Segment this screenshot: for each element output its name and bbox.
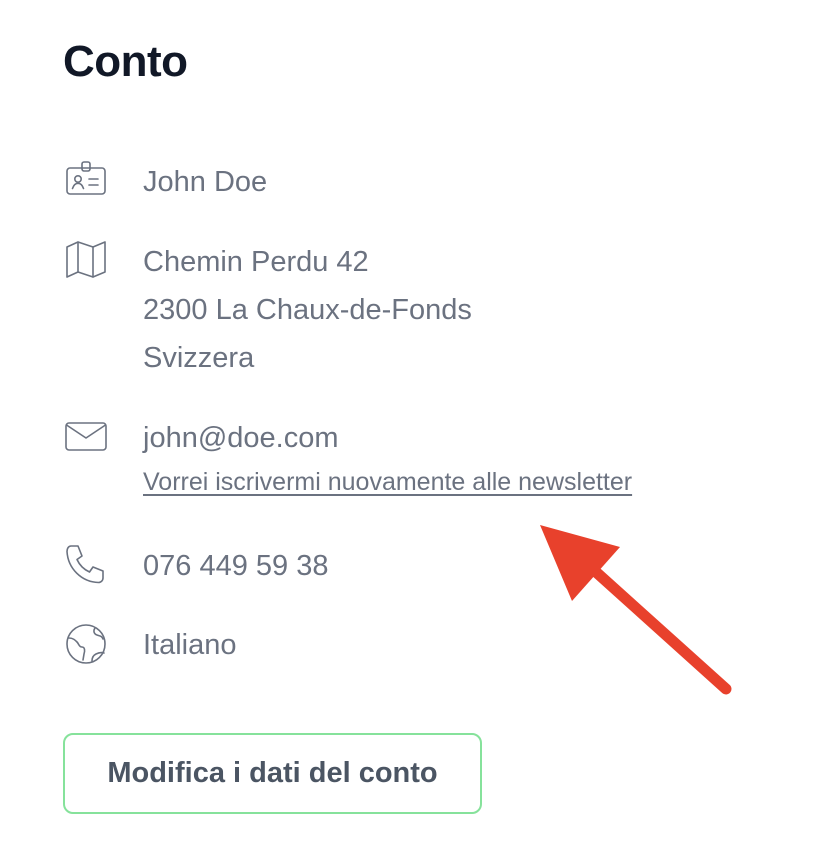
account-address: Chemin Perdu 42 2300 La Chaux-de-Fonds S…	[143, 238, 472, 382]
account-email-row: john@doe.com Vorrei iscrivermi nuovament…	[63, 414, 632, 496]
account-language-row: Italiano	[63, 621, 237, 667]
address-city: 2300 La Chaux-de-Fonds	[143, 294, 472, 326]
account-name-row: John Doe	[63, 158, 267, 204]
map-icon	[63, 238, 109, 284]
account-email-block: john@doe.com Vorrei iscrivermi nuovament…	[143, 414, 632, 502]
globe-icon	[63, 621, 109, 667]
envelope-icon	[63, 414, 109, 460]
id-card-icon	[63, 158, 109, 204]
account-phone: 076 449 59 38	[143, 550, 329, 582]
account-language: Italiano	[143, 629, 237, 661]
annotation-arrow-icon	[540, 525, 732, 695]
edit-account-button[interactable]: Modifica i dati del conto	[63, 733, 482, 814]
phone-icon	[63, 542, 109, 588]
account-email: john@doe.com	[143, 422, 339, 454]
account-address-row: Chemin Perdu 42 2300 La Chaux-de-Fonds S…	[63, 238, 472, 374]
address-country: Svizzera	[143, 342, 255, 374]
newsletter-resubscribe-link[interactable]: Vorrei iscrivermi nuovamente alle newsle…	[143, 462, 632, 502]
account-name: John Doe	[143, 166, 268, 198]
address-street: Chemin Perdu 42	[143, 246, 369, 278]
page-title: Conto	[63, 37, 188, 86]
account-phone-row: 076 449 59 38	[63, 542, 328, 588]
